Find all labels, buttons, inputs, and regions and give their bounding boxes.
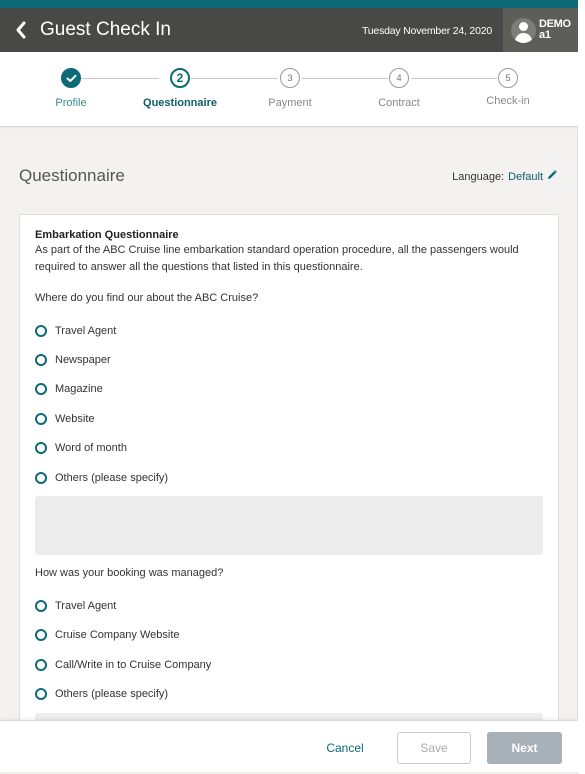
radio-button[interactable]	[35, 412, 47, 425]
step-label: Check-in	[486, 95, 530, 107]
step-number: 3	[280, 68, 300, 88]
step-label: Contract	[378, 97, 420, 109]
other-specify-input[interactable]	[35, 496, 543, 556]
step-check-in[interactable]: 5 Check-in	[458, 68, 558, 107]
question-2: How was your booking was managed?	[35, 567, 224, 580]
step-questionnaire[interactable]: 2 Questionnaire	[130, 68, 230, 109]
radio-option[interactable]: Magazine	[35, 375, 543, 404]
questionnaire-heading: Embarkation Questionnaire	[35, 229, 179, 241]
step-number: 5	[498, 68, 518, 88]
language-value[interactable]: Default	[508, 171, 543, 183]
user-menu[interactable]: DEMO a1	[503, 8, 578, 52]
user-avatar-icon	[511, 17, 536, 43]
cancel-button[interactable]: Cancel	[313, 732, 377, 764]
radio-button[interactable]	[35, 600, 47, 613]
step-number: 4	[389, 68, 409, 88]
chevron-left-icon	[16, 21, 26, 39]
question-1-options: Travel Agent Newspaper Magazine Website …	[35, 316, 543, 492]
next-button[interactable]: Next	[487, 732, 562, 764]
step-number: 2	[170, 68, 190, 88]
questionnaire-description: As part of the ABC Cruise line embarkati…	[35, 244, 519, 273]
radio-button[interactable]	[35, 324, 47, 337]
question-1: Where do you find our about the ABC Crui…	[35, 292, 259, 304]
pencil-icon[interactable]	[547, 170, 557, 183]
radio-option[interactable]: Word of month	[35, 434, 543, 463]
step-label: Payment	[268, 97, 312, 109]
language-label: Language:	[452, 170, 505, 183]
radio-button[interactable]	[35, 442, 47, 455]
questionnaire-card: Embarkation Questionnaire As part of the…	[19, 214, 559, 734]
radio-button[interactable]	[35, 688, 47, 701]
step-payment[interactable]: 3 Payment	[240, 68, 340, 109]
user-name: DEMO a1	[539, 18, 571, 41]
radio-option[interactable]: Travel Agent	[35, 316, 543, 345]
radio-button[interactable]	[35, 354, 47, 367]
scrollbar[interactable]	[578, 0, 585, 774]
progress-stepper: Profile 2 Questionnaire 3 Payment 4 Cont…	[0, 52, 578, 127]
radio-option[interactable]: Others (please specify)	[35, 463, 543, 492]
language-selector: Language: Default	[452, 170, 557, 183]
step-profile[interactable]: Profile	[21, 68, 121, 109]
radio-option[interactable]: Newspaper	[35, 345, 543, 374]
radio-option[interactable]: Call/Write in to Cruise Company	[35, 650, 543, 679]
step-label: Profile	[55, 97, 87, 109]
check-icon	[61, 68, 81, 88]
radio-button[interactable]	[35, 383, 47, 396]
radio-option[interactable]: Travel Agent	[35, 591, 543, 620]
top-bar: Guest Check In Tuesday November 24, 2020…	[0, 0, 578, 52]
radio-option[interactable]: Website	[35, 404, 543, 433]
radio-button[interactable]	[35, 471, 47, 484]
question-2-options: Travel Agent Cruise Company Website Call…	[35, 591, 543, 709]
radio-option[interactable]: Others (please specify)	[35, 680, 543, 709]
current-date: Tuesday November 24, 2020	[361, 25, 492, 37]
radio-option[interactable]: Cruise Company Website	[35, 621, 543, 650]
save-button[interactable]: Save	[397, 732, 471, 764]
footer-actions: Cancel Save Next	[0, 720, 578, 772]
section-title: Questionnaire	[19, 166, 125, 185]
step-label: Questionnaire	[143, 97, 217, 109]
page: Guest Check In Tuesday November 24, 2020…	[0, 0, 578, 774]
page-title: Guest Check In	[40, 19, 171, 40]
step-contract[interactable]: 4 Contract	[349, 68, 449, 109]
radio-button[interactable]	[35, 629, 47, 642]
back-button[interactable]	[10, 18, 32, 42]
radio-button[interactable]	[35, 658, 47, 671]
